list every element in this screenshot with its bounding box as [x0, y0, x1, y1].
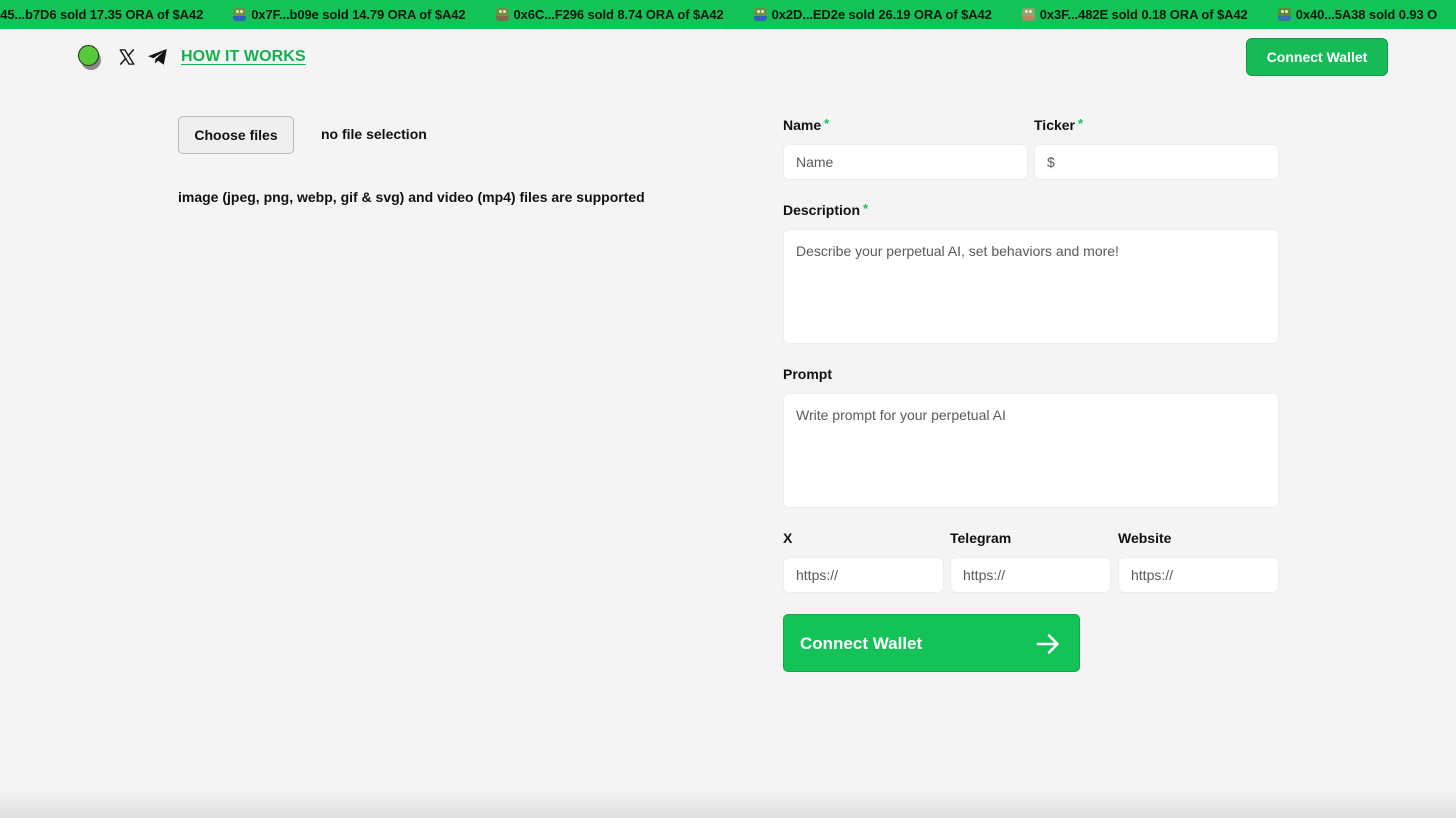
required-asterisk: * — [824, 116, 830, 131]
pepe-avatar-icon — [233, 8, 247, 21]
ticker-item-text: 0x45...b7D6 sold 17.35 ORA of $A42 — [0, 7, 204, 22]
ticker-label-text: Ticker — [1034, 117, 1075, 133]
ticker-input[interactable] — [1034, 144, 1279, 180]
ticker-track: 0x45...b7D6 sold 17.35 ORA of $A42 0x7F.… — [0, 0, 1456, 29]
ticker-item: 0x3F...482E sold 0.18 ORA of $A42 — [1021, 7, 1248, 22]
required-asterisk: * — [863, 201, 869, 216]
website-url-input[interactable] — [1118, 557, 1279, 593]
choose-files-button[interactable]: Choose files — [178, 116, 294, 154]
bottom-shadow — [0, 790, 1456, 818]
submit-connect-wallet-button[interactable]: Connect Wallet — [783, 614, 1080, 672]
file-selection-status: no file selection — [321, 126, 427, 142]
ticker-item-text: 0x7F...b09e sold 14.79 ORA of $A42 — [251, 7, 466, 22]
ticker-item: 0x40...5A38 sold 0.93 O — [1277, 7, 1438, 22]
name-input[interactable] — [783, 144, 1028, 180]
ticker-item: 0x2D...ED2e sold 26.19 ORA of $A42 — [753, 7, 992, 22]
description-label: Description * — [783, 201, 869, 218]
ticker-item-text: 0x3F...482E sold 0.18 ORA of $A42 — [1039, 7, 1248, 22]
name-label: Name * — [783, 116, 830, 133]
ticker-label: Ticker * — [1034, 116, 1084, 133]
pepe-avatar-icon — [1021, 8, 1035, 21]
ticker-item-text: 0x2D...ED2e sold 26.19 ORA of $A42 — [771, 7, 992, 22]
ticker-item: 0x45...b7D6 sold 17.35 ORA of $A42 — [0, 7, 203, 22]
ticker-item: 0x7F...b09e sold 14.79 ORA of $A42 — [233, 7, 466, 22]
pepe-avatar-icon — [753, 8, 767, 21]
pepe-avatar-icon — [495, 8, 509, 21]
header: HOW IT WORKS Connect Wallet — [0, 29, 1456, 85]
x-url-input[interactable] — [783, 557, 944, 593]
how-it-works-link[interactable]: HOW IT WORKS — [181, 48, 306, 66]
prompt-textarea[interactable] — [783, 393, 1279, 508]
description-label-text: Description — [783, 202, 861, 218]
logo-icon[interactable] — [78, 45, 102, 70]
website-label: Website — [1118, 530, 1172, 546]
activity-ticker: 0x45...b7D6 sold 17.35 ORA of $A42 0x7F.… — [0, 0, 1456, 29]
telegram-icon[interactable] — [147, 48, 168, 66]
ticker-item: 0x6C...F296 sold 8.74 ORA of $A42 — [495, 7, 724, 22]
supported-formats-text: image (jpeg, png, webp, gif & svg) and v… — [178, 189, 645, 205]
telegram-url-input[interactable] — [950, 557, 1111, 593]
x-label: X — [783, 530, 793, 546]
prompt-label: Prompt — [783, 366, 832, 382]
ticker-item-text: 0x6C...F296 sold 8.74 ORA of $A42 — [513, 7, 724, 22]
arrow-right-icon — [1036, 634, 1059, 654]
description-textarea[interactable] — [783, 229, 1279, 344]
telegram-label: Telegram — [950, 530, 1012, 546]
x-twitter-icon[interactable] — [118, 48, 136, 66]
required-asterisk: * — [1078, 116, 1084, 131]
name-label-text: Name — [783, 117, 822, 133]
ticker-item-text: 0x40...5A38 sold 0.93 O — [1295, 7, 1438, 22]
pepe-avatar-icon — [1277, 8, 1291, 21]
connect-wallet-button[interactable]: Connect Wallet — [1246, 38, 1388, 76]
submit-button-label: Connect Wallet — [800, 634, 923, 653]
